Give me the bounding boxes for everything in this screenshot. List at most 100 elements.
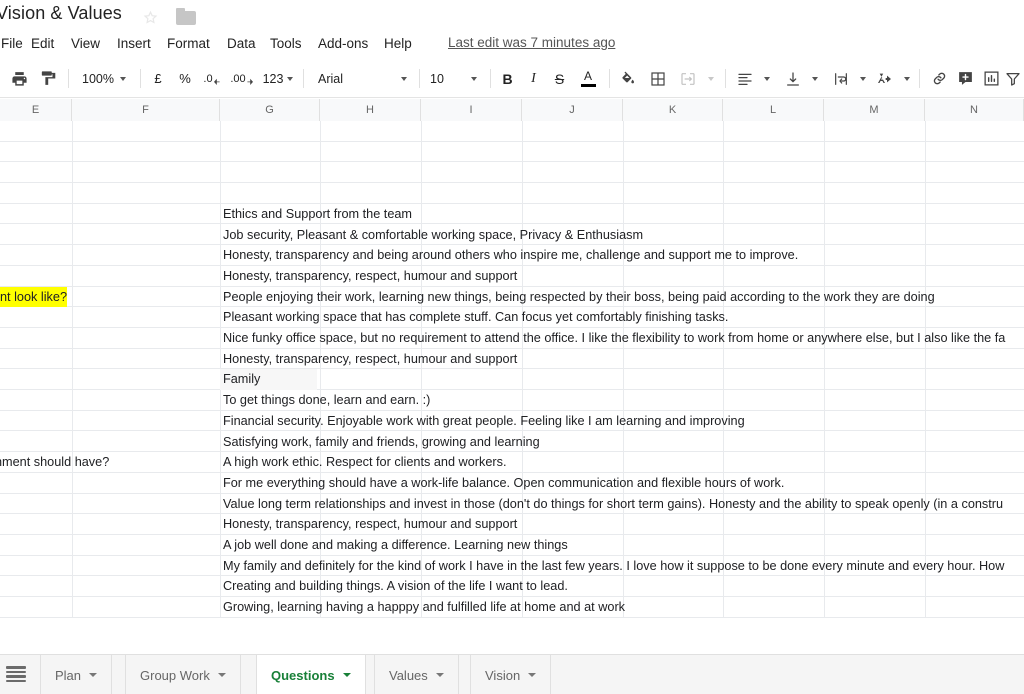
sheet-tab-values[interactable]: Values	[374, 655, 459, 694]
percent-format-button[interactable]: %	[174, 65, 196, 92]
cell-g-row-11[interactable]: Nice funky office space, but no requirem…	[223, 328, 1005, 349]
chevron-down-icon[interactable]	[89, 673, 98, 677]
chevron-down-icon	[119, 76, 126, 81]
cell-e-row-17[interactable]: nment should have?	[0, 452, 109, 473]
cell-g-row-19[interactable]: Value long term relationships and invest…	[223, 494, 1003, 515]
currency-format-button[interactable]: £	[147, 65, 169, 92]
menu-help[interactable]: Help	[379, 33, 417, 54]
grid-row[interactable]	[0, 142, 1024, 163]
all-sheets-icon[interactable]	[6, 665, 26, 683]
text-color-button[interactable]: A	[575, 65, 601, 92]
grid-row[interactable]	[0, 204, 1024, 225]
merge-cells-caret[interactable]	[702, 65, 720, 92]
cell-g-row-8[interactable]: Honesty, transparency, respect, humour a…	[223, 266, 517, 287]
column-header-n[interactable]: N	[925, 99, 1024, 121]
grid-row[interactable]	[0, 121, 1024, 142]
cell-g-row-16[interactable]: Satisfying work, family and friends, gro…	[223, 432, 540, 453]
sheet-tab-vision[interactable]: Vision	[470, 655, 552, 694]
cell-g-row-10[interactable]: Pleasant working space that has complete…	[223, 307, 728, 328]
grid-row[interactable]	[0, 390, 1024, 411]
cell-g-row-18[interactable]: For me everything should have a work-lif…	[223, 473, 784, 494]
grid-row[interactable]	[0, 452, 1024, 473]
font-size-selector[interactable]: 10	[424, 65, 458, 92]
chevron-down-icon[interactable]	[217, 673, 226, 677]
text-rotation-caret[interactable]	[898, 65, 916, 92]
font-family-caret[interactable]	[392, 65, 416, 92]
text-wrap-caret[interactable]	[854, 65, 872, 92]
column-header-e[interactable]: E	[0, 99, 72, 121]
cell-g-row-17[interactable]: A high work ethic. Respect for clients a…	[223, 452, 506, 473]
merge-cells-button[interactable]	[675, 65, 701, 92]
spreadsheet-grid[interactable]: EFGHIJKLMN Ethics and Support from the t…	[0, 99, 1024, 646]
column-header-j[interactable]: J	[522, 99, 623, 121]
grid-column-divider	[925, 121, 926, 618]
grid-row[interactable]	[0, 162, 1024, 184]
print-icon[interactable]	[6, 65, 33, 92]
vertical-align-caret[interactable]	[806, 65, 824, 92]
italic-button[interactable]: I	[521, 65, 546, 92]
cell-g-row-21[interactable]: A job well done and making a difference.…	[223, 535, 568, 556]
sheet-tab-questions[interactable]: Questions	[256, 655, 366, 694]
document-title[interactable]: Vision & Values	[0, 3, 122, 24]
column-header-h[interactable]: H	[320, 99, 421, 121]
grid-row[interactable]	[0, 369, 1024, 391]
fill-color-button[interactable]	[615, 65, 641, 92]
text-wrap-button[interactable]	[828, 65, 854, 92]
menu-edit[interactable]: Edit	[26, 33, 59, 54]
star-icon[interactable]	[143, 10, 158, 25]
column-header-k[interactable]: K	[623, 99, 723, 121]
chevron-down-icon[interactable]	[435, 673, 444, 677]
sheet-tab-plan[interactable]: Plan	[40, 655, 113, 694]
cell-g-row-22[interactable]: My family and definitely for the kind of…	[223, 556, 1004, 577]
sheet-tab-group-work[interactable]: Group Work	[125, 655, 241, 694]
cell-g-row-5[interactable]: Ethics and Support from the team	[223, 204, 412, 225]
horizontal-align-button[interactable]	[732, 65, 758, 92]
menu-view[interactable]: View	[66, 33, 105, 54]
last-edit-status[interactable]: Last edit was 7 minutes ago	[448, 33, 615, 52]
column-header-i[interactable]: I	[421, 99, 522, 121]
menu-tools[interactable]: Tools	[265, 33, 307, 54]
menu-addons[interactable]: Add-ons	[313, 33, 373, 54]
text-rotation-button[interactable]	[872, 65, 898, 92]
insert-chart-button[interactable]	[978, 65, 1004, 92]
horizontal-scrollbar-track[interactable]	[0, 638, 1024, 652]
menu-file[interactable]: File	[0, 33, 28, 54]
strikethrough-button[interactable]: S	[547, 65, 572, 92]
cell-g-row-20[interactable]: Honesty, transparency, respect, humour a…	[223, 514, 517, 535]
zoom-selector[interactable]: 100%	[76, 65, 132, 92]
column-header-l[interactable]: L	[723, 99, 824, 121]
cell-g-row-9[interactable]: People enjoying their work, learning new…	[223, 287, 935, 308]
cell-g-row-12[interactable]: Honesty, transparency, respect, humour a…	[223, 349, 517, 370]
column-header-m[interactable]: M	[824, 99, 925, 121]
cell-g-row-24[interactable]: Growing, learning having a happpy and fu…	[223, 597, 625, 618]
cell-g-row-14[interactable]: To get things done, learn and earn. :)	[223, 390, 430, 411]
horizontal-align-caret[interactable]	[758, 65, 776, 92]
bold-button[interactable]: B	[495, 65, 520, 92]
number-format-selector[interactable]: 123	[258, 65, 298, 92]
font-size-caret[interactable]	[462, 65, 486, 92]
folder-icon[interactable]	[176, 8, 196, 25]
insert-link-button[interactable]	[926, 65, 952, 92]
paint-format-icon[interactable]	[34, 65, 61, 92]
cell-g-row-7[interactable]: Honesty, transparency and being around o…	[223, 245, 798, 266]
menu-format[interactable]: Format	[162, 33, 215, 54]
menu-data[interactable]: Data	[222, 33, 261, 54]
menu-bar: File Edit View Insert Format Data Tools …	[0, 33, 1024, 55]
cell-g-row-6[interactable]: Job security, Pleasant & comfortable wor…	[223, 225, 643, 246]
column-header-g[interactable]: G	[220, 99, 320, 121]
insert-comment-button[interactable]	[952, 65, 978, 92]
cell-g-row-15[interactable]: Financial security. Enjoyable work with …	[223, 411, 745, 432]
column-header-f[interactable]: F	[72, 99, 220, 121]
filter-button[interactable]	[1002, 65, 1024, 92]
borders-button[interactable]	[645, 65, 671, 92]
increase-decimal-button[interactable]: .00	[228, 65, 256, 92]
chevron-down-icon[interactable]	[528, 673, 537, 677]
menu-insert[interactable]: Insert	[112, 33, 156, 54]
chevron-down-icon[interactable]	[342, 673, 351, 677]
cell-e-row-9[interactable]: nt look like?	[0, 286, 67, 308]
cell-g-row-13[interactable]: Family	[223, 369, 260, 390]
decrease-decimal-button[interactable]: .0	[200, 65, 224, 92]
cell-g-row-23[interactable]: Creating and building things. A vision o…	[223, 576, 568, 597]
vertical-align-button[interactable]	[780, 65, 806, 92]
grid-row[interactable]	[0, 183, 1024, 204]
